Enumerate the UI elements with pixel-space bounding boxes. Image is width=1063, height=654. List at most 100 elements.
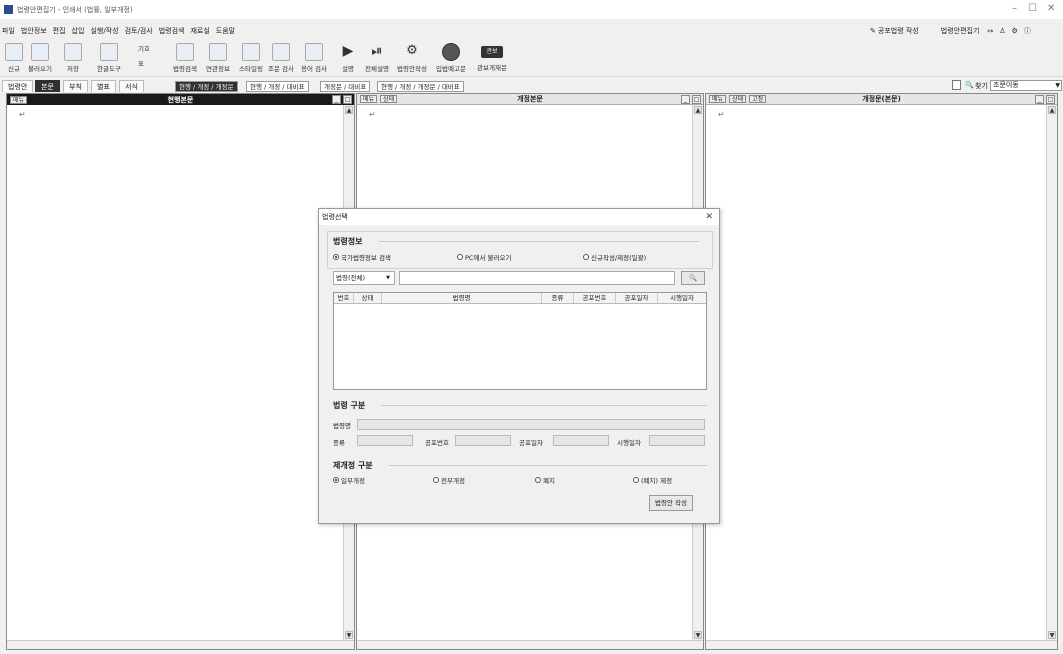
create-law-button[interactable]: 법령안 작성 [649,495,693,511]
radio-partial-amend[interactable]: 일부개정 [333,475,365,485]
radio-full-amend[interactable]: 전부개정 [433,475,465,485]
radio-national-search[interactable]: 국가법령정보 검색 [333,252,391,262]
menu-law-search[interactable]: 법령검색 [159,26,185,36]
amend-menu-button[interactable]: 메뉴 [360,95,378,103]
scroll-down-icon[interactable]: ▼ [1048,631,1056,639]
hangul-tool-button[interactable]: 한글도구 [92,43,126,73]
full-explain-button[interactable]: ⏯ 전체설명 [362,43,392,73]
amend-status-button[interactable]: 상태 [380,95,398,103]
scroll-down-icon[interactable]: ▼ [345,631,353,639]
scroll-up-icon[interactable]: ▲ [694,106,702,114]
current-horizontal-scrollbar[interactable] [7,640,354,649]
menu-insert[interactable]: 삽입 [72,26,85,36]
law-search-input[interactable] [399,271,675,285]
law-kind-heading: 법령 구분 [333,401,366,410]
scroll-down-icon[interactable]: ▼ [694,631,702,639]
notice-icon [442,43,460,61]
tab-bill[interactable]: 법령안 [2,80,34,92]
amendment-menu-button[interactable]: 메뉴 [709,95,727,103]
scroll-up-icon[interactable]: ▲ [1048,106,1056,114]
amendment-vertical-scrollbar[interactable]: ▲ ▼ [1046,105,1057,640]
style-button[interactable]: 스타일링 [236,43,266,73]
view-current-amend-compare[interactable]: 현행 / 개정 / 대비표 [246,81,309,92]
amendment-header: 메뉴 상태 고정 개정문(본문) _ □ [706,94,1057,105]
menu-billinfo[interactable]: 법안정보 [21,26,47,36]
layout-icon[interactable] [952,80,961,90]
radio-repeal-enact[interactable]: (폐지) 제정 [633,475,672,485]
radio-dot [583,254,589,260]
amend-minimize-button[interactable]: _ [681,95,690,104]
exit-icon[interactable]: ↦ [987,27,993,35]
ip-notice-button[interactable]: 입법예고문 [434,43,468,73]
scroll-up-icon[interactable]: ▲ [345,106,353,114]
radio-new[interactable]: 신규작성/제정(일괄) [583,252,646,262]
amend-horizontal-scrollbar[interactable] [357,640,703,649]
amend-maximize-button[interactable]: □ [692,95,701,104]
load-button[interactable]: 불러오기 [26,43,54,73]
radio-repeal[interactable]: 폐지 [535,475,555,485]
menu-file[interactable]: 파일 [2,26,15,36]
minimize-button[interactable]: – [1012,3,1017,14]
pub-notice-button[interactable]: 관보 관보게재문 [474,43,510,72]
law-list-table[interactable]: 번호 상태 법령명 종류 공포번호 공포일자 시행일자 [333,292,707,390]
menu-edit[interactable]: 편집 [53,26,66,36]
new-button[interactable]: 신규 [3,43,25,73]
amendment-maximize-button[interactable]: □ [1046,95,1055,104]
user-icon[interactable]: ♙ [999,27,1005,35]
menu-run[interactable]: 실행/작성 [90,26,118,36]
info-icon[interactable]: ⓘ [1024,26,1031,36]
explain-button[interactable]: ▶ 설명 [338,43,358,73]
gear-icon[interactable]: ⚙ [1012,27,1018,35]
col-name: 법령명 [382,293,542,303]
kind-label: 종류 [333,439,345,447]
pubdate-label: 공포일자 [519,439,543,447]
tab-appendix[interactable]: 부칙 [63,80,88,92]
effdate-label: 시행일자 [617,439,641,447]
amendment-fix-button[interactable]: 고정 [749,95,767,103]
publish-law-button[interactable]: 공포법령 작성 [878,26,919,36]
search-button[interactable]: 🔍 [681,271,705,285]
table-button[interactable]: 표 [138,58,168,68]
folder-icon [31,43,49,61]
gears-icon: ⚙ [406,43,418,58]
current-maximize-button[interactable]: □ [343,95,352,104]
menu-materials[interactable]: 재료실 [190,26,209,36]
amendment-horizontal-scrollbar[interactable] [706,640,1057,649]
dialog-close-icon[interactable]: ✕ [705,212,713,222]
close-window-button[interactable]: ✕ [1047,3,1055,14]
save-button[interactable]: 저장 [58,43,88,73]
symbol-button[interactable]: 기호 [138,43,168,53]
name-label: 법령명 [333,422,351,430]
amendment-minimize-button[interactable]: _ [1035,95,1044,104]
law-select-dialog: 법령선택 ✕ 법령정보 국가법령정보 검색 PC에서 불러오기 신규작성/제정(… [318,208,720,524]
radio-dot [457,254,463,260]
related-info-button[interactable]: 연관정보 [202,43,234,73]
view-text-compare[interactable]: 개정문 / 대비표 [320,81,371,92]
maximize-button[interactable]: ☐ [1028,3,1037,14]
magnifier-icon: 🔍 [688,274,698,282]
editor-button[interactable]: 법령안편집기 [941,26,980,36]
view-current-amend-text[interactable]: 현행 / 개정 / 개정문 [175,81,238,92]
tab-table[interactable]: 별표 [91,80,116,92]
law-search-button[interactable]: 법령검색 [168,43,202,73]
amendment-status-button[interactable]: 상태 [729,95,747,103]
clause-check-button[interactable]: 조문 검사 [266,43,296,73]
current-minimize-button[interactable]: _ [332,95,341,104]
law-write-button[interactable]: ⚙ 법령안작성 [394,43,430,73]
menu-review[interactable]: 검토/검사 [125,26,153,36]
tab-body[interactable]: 본문 [35,80,60,92]
radio-pc-load[interactable]: PC에서 불러오기 [457,252,511,262]
divider [379,241,699,242]
view-all[interactable]: 현행 / 개정 / 개정문 / 대비표 [377,81,464,92]
current-menu-button[interactable]: 메뉴 [10,95,28,104]
paragraph-mark: ↵ [718,110,725,119]
tab-form[interactable]: 서식 [119,80,144,92]
amend-text-header: 메뉴 상태 개정본문 _ □ [357,94,703,105]
new-file-icon [5,43,23,61]
search-icon: 🔍 [965,81,974,89]
term-check-icon [305,43,323,61]
law-filter-select[interactable]: 법령(전체) ▼ [333,271,395,285]
term-check-button[interactable]: 용어 검사 [298,43,330,73]
goto-clause-select[interactable]: 조문이동 ▼ [990,80,1062,91]
menu-help[interactable]: 도움말 [216,26,235,36]
